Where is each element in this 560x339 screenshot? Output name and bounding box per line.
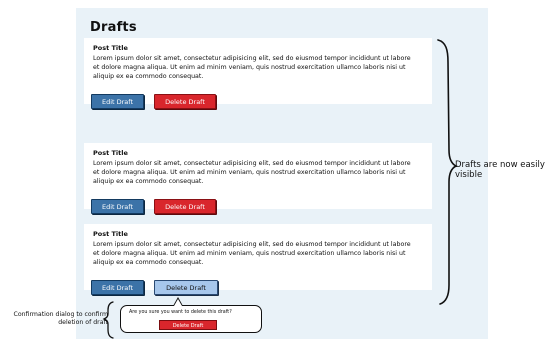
- edit-draft-button[interactable]: Edit Draft: [91, 199, 144, 214]
- edit-draft-button[interactable]: Edit Draft: [91, 280, 144, 295]
- edit-draft-button[interactable]: Edit Draft: [91, 94, 144, 109]
- draft-title: Post Title: [93, 44, 128, 52]
- draft-body: Lorem ipsum dolor sit amet, consectetur …: [93, 241, 411, 266]
- draft-body: Lorem ipsum dolor sit amet, consectetur …: [93, 160, 411, 185]
- wireframe-stage: Drafts Post Title Lorem ipsum dolor sit …: [0, 0, 560, 339]
- confirmation-dialog: Are you sure you want to delete this dra…: [120, 305, 262, 333]
- annotation-drafts-visible: Drafts are now easily visible: [455, 160, 545, 180]
- confirm-delete-button[interactable]: Delete Draft: [159, 320, 217, 330]
- draft-card: Post Title Lorem ipsum dolor sit amet, c…: [84, 143, 432, 214]
- draft-card: Post Title Lorem ipsum dolor sit amet, c…: [84, 224, 432, 295]
- draft-title: Post Title: [93, 149, 128, 157]
- dialog-pointer-fill: [174, 299, 182, 306]
- page-title: Drafts: [90, 20, 137, 35]
- annotation-confirmation-dialog: Confirmation dialog to confirm deletion …: [13, 311, 108, 326]
- delete-draft-button[interactable]: Delete Draft: [154, 199, 216, 214]
- dialog-message: Are you sure you want to delete this dra…: [129, 310, 232, 315]
- draft-body: Lorem ipsum dolor sit amet, consectetur …: [93, 55, 411, 80]
- draft-card: Post Title Lorem ipsum dolor sit amet, c…: [84, 38, 432, 109]
- delete-draft-button[interactable]: Delete Draft: [154, 280, 218, 295]
- delete-draft-button[interactable]: Delete Draft: [154, 94, 216, 109]
- draft-title: Post Title: [93, 230, 128, 238]
